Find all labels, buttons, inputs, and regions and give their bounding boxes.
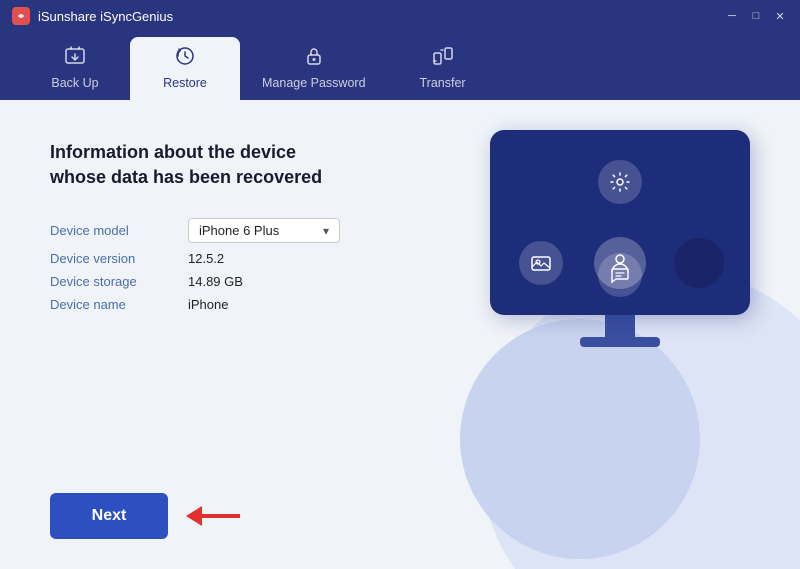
device-model-dropdown[interactable]: iPhone 6 Plus ▾ [188, 218, 340, 243]
blob-medium [460, 319, 700, 559]
main-content: Information about the device whose data … [0, 100, 800, 569]
monitor-neck [605, 315, 635, 337]
tab-manage-password[interactable]: Manage Password [240, 37, 388, 100]
bottom-icons-row [490, 253, 750, 297]
device-info-table: Device model iPhone 6 Plus ▾ Device vers… [50, 218, 340, 312]
device-version-value: 12.5.2 [188, 251, 340, 266]
restore-label: Restore [163, 76, 207, 90]
label-device-name: Device name [50, 297, 180, 312]
minimize-button[interactable]: ─ [724, 8, 740, 24]
app-icon [12, 7, 30, 25]
device-name-value: iPhone [188, 297, 340, 312]
settings-icon [598, 160, 642, 204]
app-title: iSunshare iSyncGenius [38, 9, 173, 24]
chat-icon [598, 253, 642, 297]
manage-password-icon [303, 45, 325, 72]
arrow-shaft [202, 514, 240, 518]
right-panel [380, 100, 800, 569]
arrow-head [186, 506, 202, 526]
restore-icon [174, 45, 196, 72]
info-heading: Information about the device whose data … [50, 140, 330, 190]
nav-bar: Back Up Restore Manage Password [0, 32, 800, 100]
tab-transfer[interactable]: Transfer [388, 37, 498, 100]
window-controls: ─ □ ✕ [724, 8, 788, 24]
next-button[interactable]: Next [50, 493, 168, 539]
tab-restore[interactable]: Restore [130, 37, 240, 100]
maximize-button[interactable]: □ [748, 8, 764, 24]
label-device-model: Device model [50, 218, 180, 243]
monitor-base [580, 337, 660, 347]
next-btn-row: Next [50, 493, 340, 539]
transfer-label: Transfer [419, 76, 465, 90]
title-bar-left: iSunshare iSyncGenius [12, 7, 173, 25]
manage-password-label: Manage Password [262, 76, 366, 90]
arrow-indicator [186, 506, 240, 526]
device-storage-value: 14.89 GB [188, 274, 340, 289]
monitor-illustration [490, 130, 750, 347]
backup-icon [64, 45, 86, 72]
label-device-storage: Device storage [50, 274, 180, 289]
transfer-icon [432, 45, 454, 72]
device-model-value: iPhone 6 Plus [199, 223, 279, 238]
monitor-screen [490, 130, 750, 315]
chevron-down-icon: ▾ [323, 224, 329, 238]
title-bar: iSunshare iSyncGenius ─ □ ✕ [0, 0, 800, 32]
close-button[interactable]: ✕ [772, 8, 788, 24]
label-device-version: Device version [50, 251, 180, 266]
tab-backup[interactable]: Back Up [20, 37, 130, 100]
backup-label: Back Up [51, 76, 98, 90]
left-panel: Information about the device whose data … [0, 100, 380, 569]
